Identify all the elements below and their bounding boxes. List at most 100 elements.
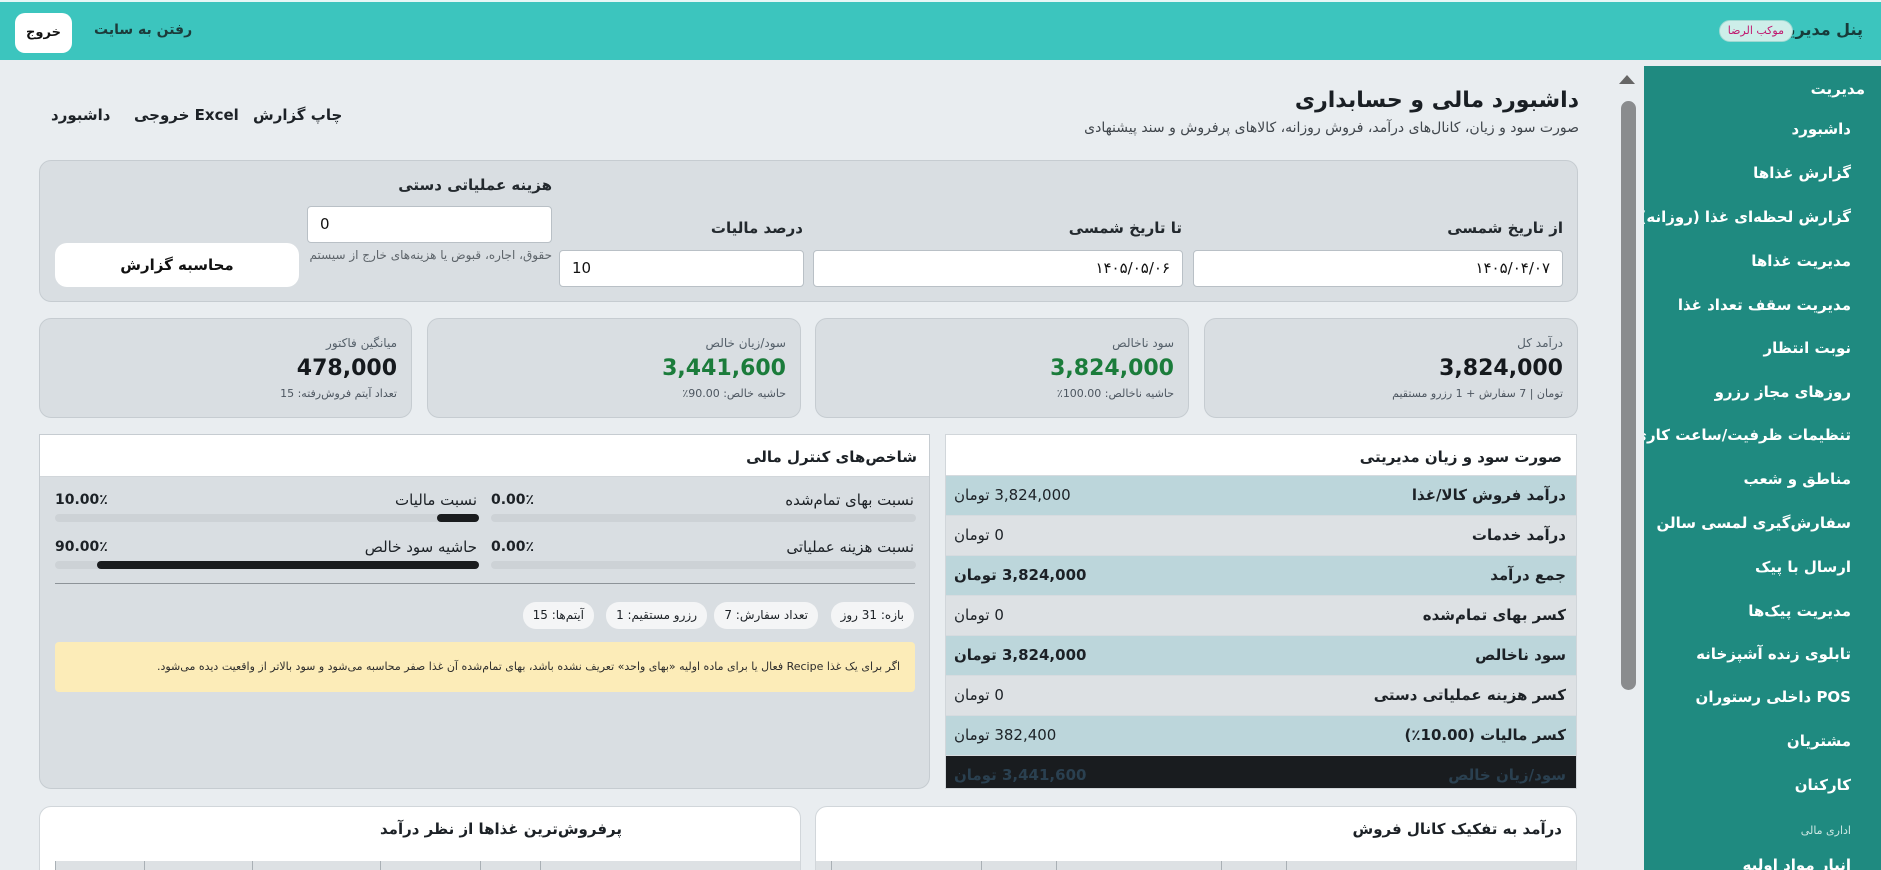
kpi-total-revenue: درآمد کل 3,824,000 تومان | 7 سفارش + 1 ر… (1204, 318, 1578, 418)
table-column-divider (1286, 861, 1287, 870)
sidebar-item-kitchen-board[interactable]: تابلوی زنده آشپزخانه (1696, 645, 1851, 663)
go-to-site-link[interactable]: رفتن به سایت (94, 22, 192, 38)
calculate-report-button[interactable]: محاسبه گزارش (55, 243, 299, 287)
excel-export-link[interactable]: خروجی Excel (134, 106, 239, 124)
sidebar-item-food-cap[interactable]: مدیریت سقف تعداد غذا (1678, 296, 1851, 314)
pl-row-label: سود/زیان خالص (1448, 766, 1566, 784)
sidebar-item-pos[interactable]: POS داخلی رستوران (1696, 688, 1851, 706)
sidebar-item-inventory[interactable]: انبار مواد اولیه (1743, 856, 1851, 870)
revenue-by-channel-panel: درآمد به تفکیک کانال فروش (815, 806, 1577, 870)
pl-title: صورت سود و زیان مدیریتی (1359, 448, 1562, 466)
tax-percent-label: درصد مالیات (710, 219, 803, 237)
scrollbar-thumb[interactable] (1621, 101, 1636, 690)
indicator-bar (491, 514, 916, 522)
table-column-divider (252, 861, 253, 870)
filter-panel: از تاریخ شمسی ۱۴۰۵/۰۴/۰۷ تا تاریخ شمسی ۱… (39, 160, 1578, 302)
sidebar-item-reservation-days[interactable]: روزهای مجاز رزرو (1715, 383, 1851, 401)
pl-row-label: کسر مالیات (10.00٪) (1404, 726, 1566, 744)
sidebar-item-food-management[interactable]: مدیریت غذاها (1751, 252, 1851, 270)
sidebar-item-couriers[interactable]: مدیریت پیک‌ها (1748, 602, 1851, 620)
kpi-label: سود/زیان خالص (705, 336, 787, 350)
pl-row-value: 3,824,000 تومان (954, 486, 1071, 504)
table-column-divider (540, 861, 541, 870)
indicator-value: 10.00٪ (55, 492, 108, 508)
top-foods-panel-title: پرفروش‌ترین غذاها از نظر درآمد (380, 820, 622, 838)
scroll-up-arrow-icon[interactable] (1619, 75, 1635, 84)
top-foods-panel: پرفروش‌ترین غذاها از نظر درآمد (39, 806, 801, 870)
logout-button[interactable]: خروج (15, 13, 72, 53)
table-column-divider (144, 861, 145, 870)
from-date-input[interactable]: ۱۴۰۵/۰۴/۰۷ (1193, 250, 1563, 287)
pl-row-value: 0 تومان (954, 606, 1004, 624)
pl-row-label: کسر هزینه عملیاتی دستی (1373, 686, 1566, 704)
sidebar-item-touch-ordering[interactable]: سفارش‌گیری لمسی سالن (1656, 514, 1851, 532)
table-row: سود ناخالص 3,824,000 تومان (946, 635, 1576, 675)
indicator-value: 0.00٪ (491, 492, 535, 508)
sidebar-item-customers[interactable]: مشتریان (1787, 732, 1851, 750)
sidebar-item-live-food-report[interactable]: گزارش لحظه‌ای غذا (روزانه) (1644, 208, 1851, 226)
sidebar-heading: مدیریت (1810, 80, 1865, 98)
org-badge: موکب الرضا (1718, 20, 1793, 42)
table-header-row (816, 861, 1576, 870)
kpi-avg-invoice: میانگین فاکتور 478,000 تعداد آیتم فروش‌ر… (39, 318, 412, 418)
kpi-value: 3,441,600 (662, 356, 786, 381)
to-date-label: تا تاریخ شمسی (1068, 219, 1182, 237)
table-column-divider (831, 861, 832, 870)
table-row: کسر بهای تمام‌شده 0 تومان (946, 595, 1576, 635)
financial-indicators-panel: شاخص‌های کنترل مالی نسبت بهای تمام‌شده 0… (39, 434, 930, 789)
sidebar-item-courier-delivery[interactable]: ارسال با پیک (1755, 558, 1851, 576)
pl-row-label: درآمد فروش کالا/غذا (1411, 486, 1566, 504)
kpi-note: تعداد آیتم فروش‌رفته: 15 (280, 387, 397, 400)
table-row-total: سود/زیان خالص 3,441,600 تومان (946, 755, 1576, 788)
kpi-note: حاشیه خالص: 90.00٪ (682, 387, 786, 400)
kpi-label: درآمد کل (1517, 336, 1563, 350)
indicator-label: حاشیه سود خالص (364, 538, 477, 556)
indicator-bar (55, 514, 479, 522)
page-subtitle: صورت سود و زیان، کانال‌های درآمد، فروش ر… (1084, 120, 1579, 136)
indicator-bar-fill (436, 514, 479, 522)
pl-row-label: درآمد خدمات (1471, 526, 1566, 544)
sidebar-item-capacity-settings[interactable]: تنظیمات ظرفیت/ساعت کاری (1644, 426, 1851, 444)
table-row: جمع درآمد 3,824,000 تومان (946, 555, 1576, 595)
channel-panel-title: درآمد به تفکیک کانال فروش (1352, 820, 1563, 838)
tax-percent-input[interactable]: 10 (559, 250, 804, 287)
kpi-value: 3,824,000 (1439, 356, 1563, 381)
pl-row-label: سود ناخالص (1475, 646, 1566, 664)
pl-row-label: جمع درآمد (1490, 566, 1566, 584)
sidebar: مدیریت داشبورد گزارش غذاها گزارش لحظه‌ای… (1644, 66, 1881, 870)
kpi-label: سود ناخالص (1112, 336, 1174, 350)
pl-row-value: 3,824,000 تومان (954, 646, 1087, 664)
operating-cost-input[interactable]: 0 (307, 206, 552, 243)
sidebar-item-regions[interactable]: مناطق و شعب (1743, 470, 1851, 488)
profit-loss-panel: صورت سود و زیان مدیریتی درآمد فروش کالا/… (945, 434, 1577, 789)
indicator-label: نسبت مالیات (395, 491, 477, 509)
kpi-label: میانگین فاکتور (326, 336, 397, 350)
sidebar-item-dashboard[interactable]: داشبورد (1792, 120, 1851, 138)
dashboard-link[interactable]: داشبورد (51, 106, 110, 124)
page-title: داشبورد مالی و حسابداری (1294, 88, 1579, 113)
table-column-divider (55, 861, 56, 870)
sidebar-item-food-report[interactable]: گزارش غذاها (1753, 164, 1851, 182)
sidebar-item-staff[interactable]: کارکنان (1795, 776, 1851, 794)
sidebar-section-finance: اداری مالی (1800, 824, 1851, 837)
indicator-label: نسبت هزینه عملیاتی (786, 538, 914, 556)
table-row: کسر مالیات (10.00٪) 382,400 تومان (946, 715, 1576, 755)
sidebar-item-waitlist[interactable]: نوبت انتظار (1763, 339, 1851, 357)
chip-period: بازه: 31 روز (830, 602, 914, 629)
indicators-header: شاخص‌های کنترل مالی (40, 435, 929, 477)
pl-row-value: 3,824,000 تومان (954, 566, 1087, 584)
kpi-net-profit: سود/زیان خالص 3,441,600 حاشیه خالص: 90.0… (427, 318, 801, 418)
indicator-bar-fill (97, 561, 479, 569)
operating-cost-help: حقوق، اجاره، قبوض یا هزینه‌های خارج از س… (309, 248, 552, 262)
pl-row-value: 0 تومان (954, 526, 1004, 544)
to-date-input[interactable]: ۱۴۰۵/۰۵/۰۶ (813, 250, 1183, 287)
indicator-value: 0.00٪ (491, 539, 535, 555)
top-bar: پنل مدیریت موکب الرضا رفتن به سایت خروج (0, 0, 1881, 60)
from-date-label: از تاریخ شمسی (1447, 219, 1563, 237)
divider (55, 583, 915, 584)
indicator-bar (55, 561, 479, 569)
recipe-warning: اگر برای یک غذا Recipe فعال یا برای ماده… (55, 642, 915, 692)
chip-item-count: آیتم‌ها: 15 (522, 602, 594, 629)
table-column-divider (1056, 861, 1057, 870)
print-report-link[interactable]: چاپ گزارش (253, 106, 342, 124)
